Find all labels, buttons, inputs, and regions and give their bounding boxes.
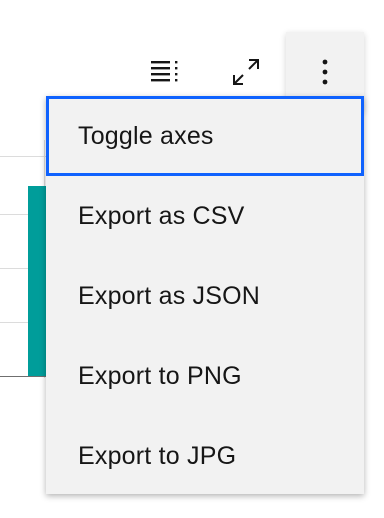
gridline (0, 156, 46, 157)
menu-item-export-json[interactable]: Export as JSON (46, 256, 364, 336)
axis-baseline (0, 376, 46, 377)
menu-item-label: Export as CSV (78, 201, 245, 230)
menu-item-toggle-axes[interactable]: Toggle axes (46, 96, 364, 176)
menu-item-label: Toggle axes (78, 121, 214, 150)
overflow-menu: Toggle axes Export as CSV Export as JSON… (46, 96, 364, 494)
data-table-icon (151, 61, 178, 82)
menu-item-export-png[interactable]: Export to PNG (46, 336, 364, 416)
menu-item-label: Export to PNG (78, 361, 242, 390)
chart-container: Toggle axes Export as CSV Export as JSON… (0, 0, 384, 518)
menu-item-label: Export as JSON (78, 281, 261, 310)
chart-area (0, 140, 48, 378)
menu-item-export-jpg[interactable]: Export to JPG (46, 416, 364, 496)
chart-bar[interactable] (28, 186, 46, 377)
maximize-icon (233, 59, 259, 85)
menu-item-export-csv[interactable]: Export as CSV (46, 176, 364, 256)
overflow-menu-vertical-icon (322, 59, 328, 85)
menu-item-label: Export to JPG (78, 441, 237, 470)
